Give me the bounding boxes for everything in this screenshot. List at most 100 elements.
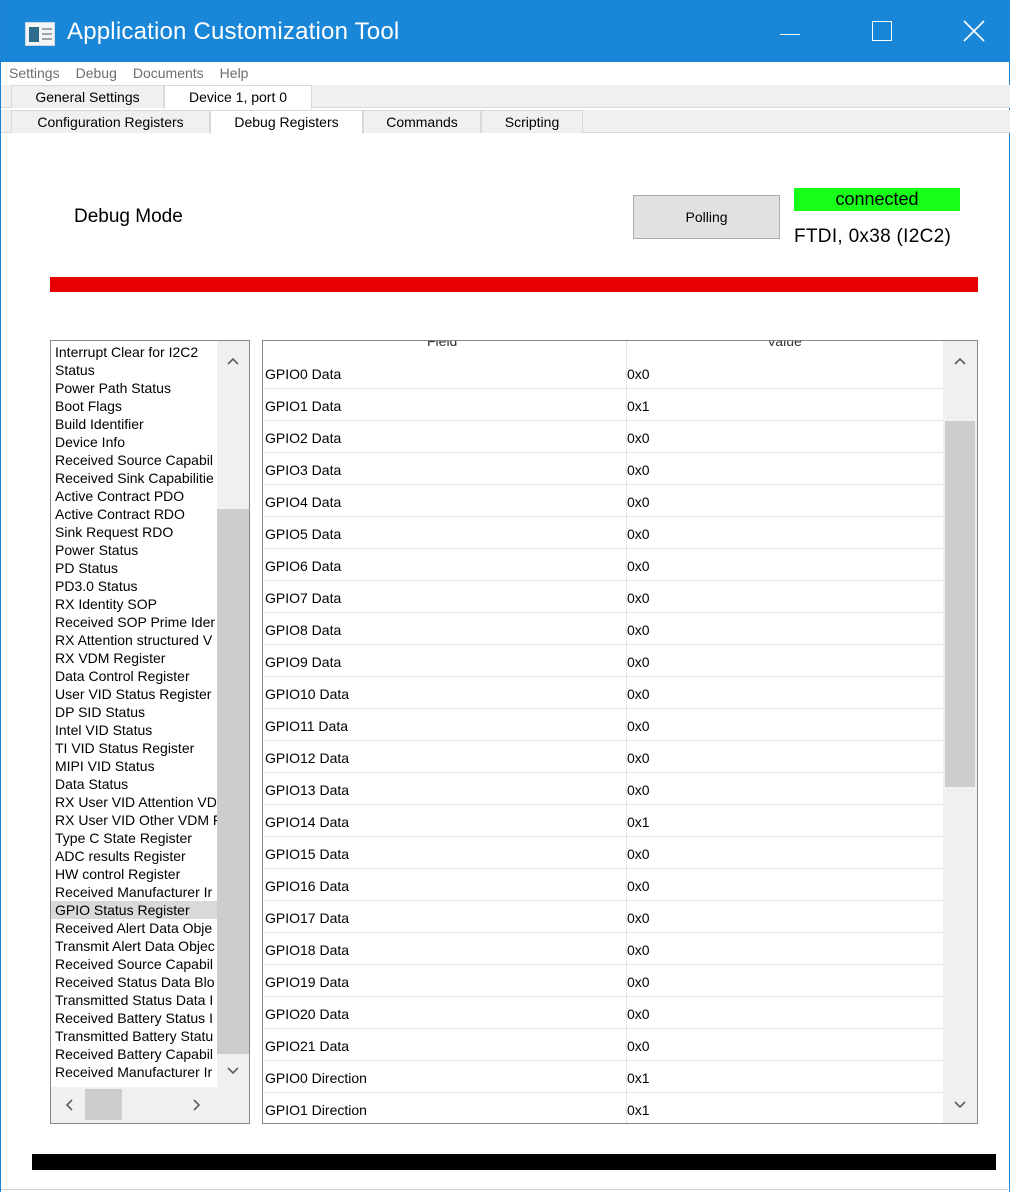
list-item[interactable]: Received Source Capabil [51, 955, 217, 973]
list-item[interactable]: Received Status Data Blo [51, 973, 217, 991]
register-list-hscrollbar[interactable] [51, 1087, 249, 1123]
list-item[interactable]: Active Contract PDO [51, 487, 217, 505]
value-cell[interactable]: 0x1 [627, 398, 650, 414]
table-row[interactable]: GPIO17 Data 0x0 [263, 901, 943, 933]
value-cell[interactable]: 0x0 [627, 846, 650, 862]
scroll-down-icon[interactable] [948, 1093, 972, 1117]
menu-debug[interactable]: Debug [68, 63, 125, 83]
table-row[interactable]: GPIO14 Data 0x1 [263, 805, 943, 837]
close-button[interactable] [951, 0, 997, 62]
table-row[interactable]: GPIO18 Data 0x0 [263, 933, 943, 965]
table-row[interactable]: GPIO5 Data 0x0 [263, 517, 943, 549]
scroll-thumb[interactable] [945, 421, 975, 787]
value-cell[interactable]: 0x0 [627, 750, 650, 766]
list-item[interactable]: RX User VID Other VDM F [51, 811, 217, 829]
table-row[interactable]: GPIO0 Direction 0x1 [263, 1061, 943, 1093]
menu-help[interactable]: Help [212, 63, 257, 83]
tab-debug-registers[interactable]: Debug Registers [210, 110, 363, 134]
value-cell[interactable]: 0x0 [627, 558, 650, 574]
table-row[interactable]: GPIO15 Data 0x0 [263, 837, 943, 869]
register-list[interactable]: Interrupt Clear for I2C2 Status Power Path… [50, 340, 250, 1124]
value-cell[interactable]: 0x0 [627, 366, 650, 382]
minimize-button[interactable] [767, 0, 813, 62]
list-item[interactable]: Data Status [51, 775, 217, 793]
tab-configuration-registers[interactable]: Configuration Registers [11, 110, 210, 133]
list-item[interactable]: Received Alert Data Obje [51, 919, 217, 937]
list-item[interactable]: Received Manufacturer Ir [51, 883, 217, 901]
tab-scripting[interactable]: Scripting [481, 110, 583, 133]
value-cell[interactable]: 0x0 [627, 910, 650, 926]
list-item[interactable]: HW control Register [51, 865, 217, 883]
table-row[interactable]: GPIO12 Data 0x0 [263, 741, 943, 773]
table-row[interactable]: GPIO3 Data 0x0 [263, 453, 943, 485]
menu-documents[interactable]: Documents [125, 63, 212, 83]
register-table-vscrollbar[interactable] [943, 341, 977, 1123]
value-cell[interactable]: 0x1 [627, 814, 650, 830]
value-cell[interactable]: 0x0 [627, 718, 650, 734]
value-cell[interactable]: 0x0 [627, 974, 650, 990]
maximize-button[interactable] [859, 0, 905, 62]
list-item[interactable]: Type C State Register [51, 829, 217, 847]
value-cell[interactable]: 0x1 [627, 1070, 650, 1086]
list-item[interactable]: ADC results Register [51, 847, 217, 865]
register-table[interactable]: Field Value GPIO0 Data 0x0 GPIO1 Data 0x1 GP… [262, 340, 978, 1124]
value-cell[interactable]: 0x0 [627, 686, 650, 702]
table-row[interactable]: GPIO21 Data 0x0 [263, 1029, 943, 1061]
value-cell[interactable]: 0x0 [627, 622, 650, 638]
list-item[interactable]: Boot Flags [51, 397, 217, 415]
table-row[interactable]: GPIO1 Data 0x1 [263, 389, 943, 421]
list-item[interactable]: Power Status [51, 541, 217, 559]
table-row[interactable]: GPIO16 Data 0x0 [263, 869, 943, 901]
value-cell[interactable]: 0x0 [627, 942, 650, 958]
scroll-thumb[interactable] [217, 509, 249, 1054]
list-item[interactable]: TI VID Status Register [51, 739, 217, 757]
value-cell[interactable]: 0x1 [627, 1102, 650, 1118]
list-item[interactable]: Received SOP Prime Ider [51, 613, 217, 631]
value-cell[interactable]: 0x0 [627, 430, 650, 446]
list-item[interactable]: Interrupt Clear for I2C2 [51, 343, 217, 361]
table-row[interactable]: GPIO11 Data 0x0 [263, 709, 943, 741]
value-cell[interactable]: 0x0 [627, 1006, 650, 1022]
list-item[interactable]: Device Info [51, 433, 217, 451]
list-item[interactable]: RX VDM Register [51, 649, 217, 667]
list-item[interactable]: DP SID Status [51, 703, 217, 721]
value-cell[interactable]: 0x0 [627, 782, 650, 798]
scroll-right-icon[interactable] [185, 1093, 209, 1117]
table-row[interactable]: GPIO13 Data 0x0 [263, 773, 943, 805]
polling-button[interactable]: Polling [633, 195, 780, 239]
table-row[interactable]: GPIO8 Data 0x0 [263, 613, 943, 645]
list-item[interactable]: Received Battery Capabil [51, 1045, 217, 1063]
list-item[interactable]: Transmitted Battery Statu [51, 1027, 217, 1045]
list-item[interactable]: PD Status [51, 559, 217, 577]
table-row[interactable]: GPIO0 Data 0x0 [263, 357, 943, 389]
scroll-up-icon[interactable] [217, 349, 249, 373]
table-row[interactable]: GPIO7 Data 0x0 [263, 581, 943, 613]
table-row[interactable]: GPIO19 Data 0x0 [263, 965, 943, 997]
scroll-thumb[interactable] [85, 1089, 122, 1120]
list-item[interactable]: Transmitted Status Data I [51, 991, 217, 1009]
scroll-down-icon[interactable] [217, 1059, 249, 1083]
list-item[interactable]: RX User VID Attention VD [51, 793, 217, 811]
table-row[interactable]: GPIO1 Direction 0x1 [263, 1093, 943, 1123]
column-header-value[interactable]: Value [767, 341, 802, 349]
scroll-up-icon[interactable] [948, 349, 972, 373]
list-item[interactable]: Power Path Status [51, 379, 217, 397]
scroll-left-icon[interactable] [57, 1093, 81, 1117]
column-header-field[interactable]: Field [427, 341, 457, 349]
menu-settings[interactable]: Settings [9, 63, 68, 83]
table-row[interactable]: GPIO20 Data 0x0 [263, 997, 943, 1029]
value-cell[interactable]: 0x0 [627, 1038, 650, 1054]
title-bar[interactable]: Application Customization Tool [1, 0, 1010, 62]
list-item[interactable]: Transmit Alert Data Objec [51, 937, 217, 955]
tab-device-1-port-0[interactable]: Device 1, port 0 [164, 85, 312, 109]
value-cell[interactable]: 0x0 [627, 878, 650, 894]
value-cell[interactable]: 0x0 [627, 462, 650, 478]
table-row[interactable]: GPIO4 Data 0x0 [263, 485, 943, 517]
value-cell[interactable]: 0x0 [627, 590, 650, 606]
list-item[interactable]: Received Source Capabil [51, 451, 217, 469]
tab-commands[interactable]: Commands [363, 110, 481, 133]
list-item[interactable]: User VID Status Register [51, 685, 217, 703]
list-item[interactable]: Received Sink Capabilitie [51, 469, 217, 487]
value-cell[interactable]: 0x0 [627, 494, 650, 510]
list-item[interactable]: Received Manufacturer Ir [51, 1063, 217, 1081]
